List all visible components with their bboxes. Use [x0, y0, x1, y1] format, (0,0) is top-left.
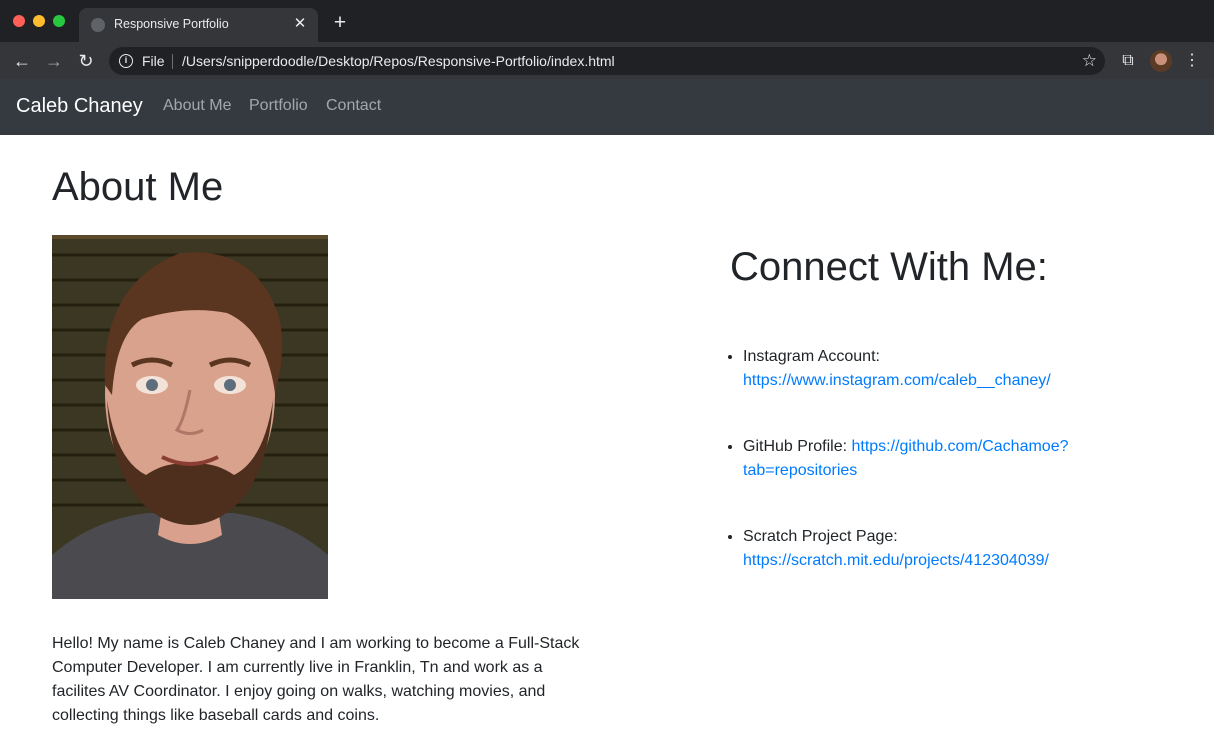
github-label: GitHub Profile:: [743, 438, 852, 455]
list-item-instagram: Instagram Account: https://www.instagram…: [743, 345, 1093, 393]
instagram-link[interactable]: https://www.instagram.com/caleb__chaney/: [743, 372, 1051, 389]
instagram-label: Instagram Account:: [743, 348, 880, 365]
nav-link-about-me[interactable]: About Me: [163, 97, 231, 115]
address-bar[interactable]: i File /Users/snipperdoodle/Desktop/Repo…: [109, 47, 1105, 75]
nav-link-portfolio[interactable]: Portfolio: [249, 97, 308, 115]
connect-heading: Connect With Me:: [730, 245, 1048, 289]
about-heading: About Me: [52, 165, 224, 209]
extensions-puzzle-icon[interactable]: ⧉: [1118, 51, 1138, 71]
reload-button[interactable]: ↻: [75, 50, 97, 72]
close-tab-icon[interactable]: ✕: [291, 15, 309, 33]
browser-tab[interactable]: Responsive Portfolio ✕: [79, 8, 318, 42]
minimize-window-button[interactable]: [33, 15, 45, 27]
bio-paragraph: Hello! My name is Caleb Chaney and I am …: [52, 635, 580, 724]
zoom-window-button[interactable]: [53, 15, 65, 27]
info-icon[interactable]: i: [119, 54, 133, 68]
scratch-link[interactable]: https://scratch.mit.edu/projects/4123040…: [743, 552, 1049, 569]
page-viewport: Caleb Chaney About Me Portfolio Contact …: [0, 79, 1214, 745]
browser-menu-icon[interactable]: ⋮: [1184, 50, 1200, 72]
bookmark-star-icon[interactable]: ☆: [1082, 50, 1097, 72]
url-text[interactable]: /Users/snipperdoodle/Desktop/Repos/Respo…: [182, 53, 615, 69]
new-tab-button[interactable]: +: [330, 12, 350, 33]
connect-links-list: Instagram Account: https://www.instagram…: [743, 345, 1093, 615]
site-brand[interactable]: Caleb Chaney: [16, 95, 143, 118]
browser-tab-bar: Responsive Portfolio ✕ +: [0, 0, 1214, 42]
list-item-scratch: Scratch Project Page: https://scratch.mi…: [743, 525, 1093, 573]
tab-title: Responsive Portfolio: [114, 17, 229, 31]
close-window-button[interactable]: [13, 15, 25, 27]
site-navbar: Caleb Chaney About Me Portfolio Contact: [0, 79, 1214, 135]
forward-button[interactable]: →: [43, 50, 65, 72]
globe-icon: [91, 18, 105, 32]
list-item-github: GitHub Profile: https://github.com/Cacha…: [743, 435, 1093, 483]
address-divider: [172, 54, 173, 69]
browser-toolbar: ← → ↻ i File /Users/snipperdoodle/Deskto…: [0, 42, 1214, 79]
url-scheme: File: [142, 53, 165, 69]
nav-link-contact[interactable]: Contact: [326, 97, 381, 115]
back-button[interactable]: ←: [11, 50, 33, 72]
scratch-label: Scratch Project Page:: [743, 528, 898, 545]
profile-avatar[interactable]: [1150, 50, 1172, 72]
profile-photo: [52, 235, 328, 599]
